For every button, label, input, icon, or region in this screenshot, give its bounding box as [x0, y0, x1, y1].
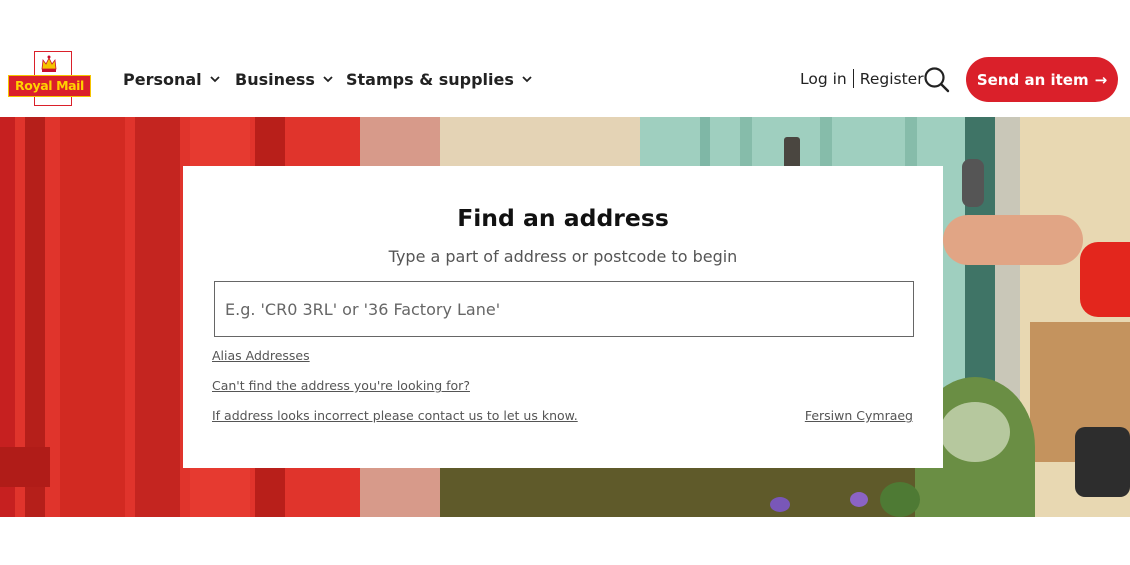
auth-divider — [852, 69, 854, 88]
nav-business-label: Business — [235, 69, 315, 89]
alias-addresses-link[interactable]: Alias Addresses — [212, 348, 310, 363]
address-finder-card: Find an address Type a part of address o… — [183, 166, 943, 468]
site-header: Royal Mail Personal Business Stamps & su… — [0, 0, 1130, 117]
send-an-item-button[interactable]: Send an item → — [966, 57, 1118, 102]
send-an-item-label: Send an item — [976, 70, 1089, 89]
finder-title: Find an address — [457, 204, 669, 232]
nav-stamps-supplies[interactable]: Stamps & supplies — [346, 67, 532, 91]
finder-subtitle: Type a part of address or postcode to be… — [388, 247, 738, 266]
chevron-down-icon — [323, 76, 333, 83]
nav-business[interactable]: Business — [235, 67, 333, 91]
login-link[interactable]: Log in — [800, 70, 847, 88]
welsh-version-link[interactable]: Fersiwn Cymraeg — [805, 408, 913, 423]
nav-personal-label: Personal — [123, 69, 202, 89]
register-link[interactable]: Register — [860, 70, 924, 88]
royal-mail-logo[interactable]: Royal Mail — [8, 51, 91, 106]
arrow-right-icon: → — [1094, 70, 1108, 89]
auth-links: Log in Register — [800, 69, 924, 88]
chevron-down-icon — [210, 76, 220, 83]
cant-find-address-link[interactable]: Can't find the address you're looking fo… — [212, 378, 470, 393]
nav-stamps-label: Stamps & supplies — [346, 69, 514, 89]
search-icon[interactable] — [923, 66, 950, 93]
logo-text: Royal Mail — [15, 78, 84, 93]
report-incorrect-address-link[interactable]: If address looks incorrect please contac… — [212, 408, 578, 423]
crown-icon — [41, 55, 57, 72]
chevron-down-icon — [522, 76, 532, 83]
address-search-input[interactable] — [214, 281, 914, 337]
nav-personal[interactable]: Personal — [123, 67, 220, 91]
